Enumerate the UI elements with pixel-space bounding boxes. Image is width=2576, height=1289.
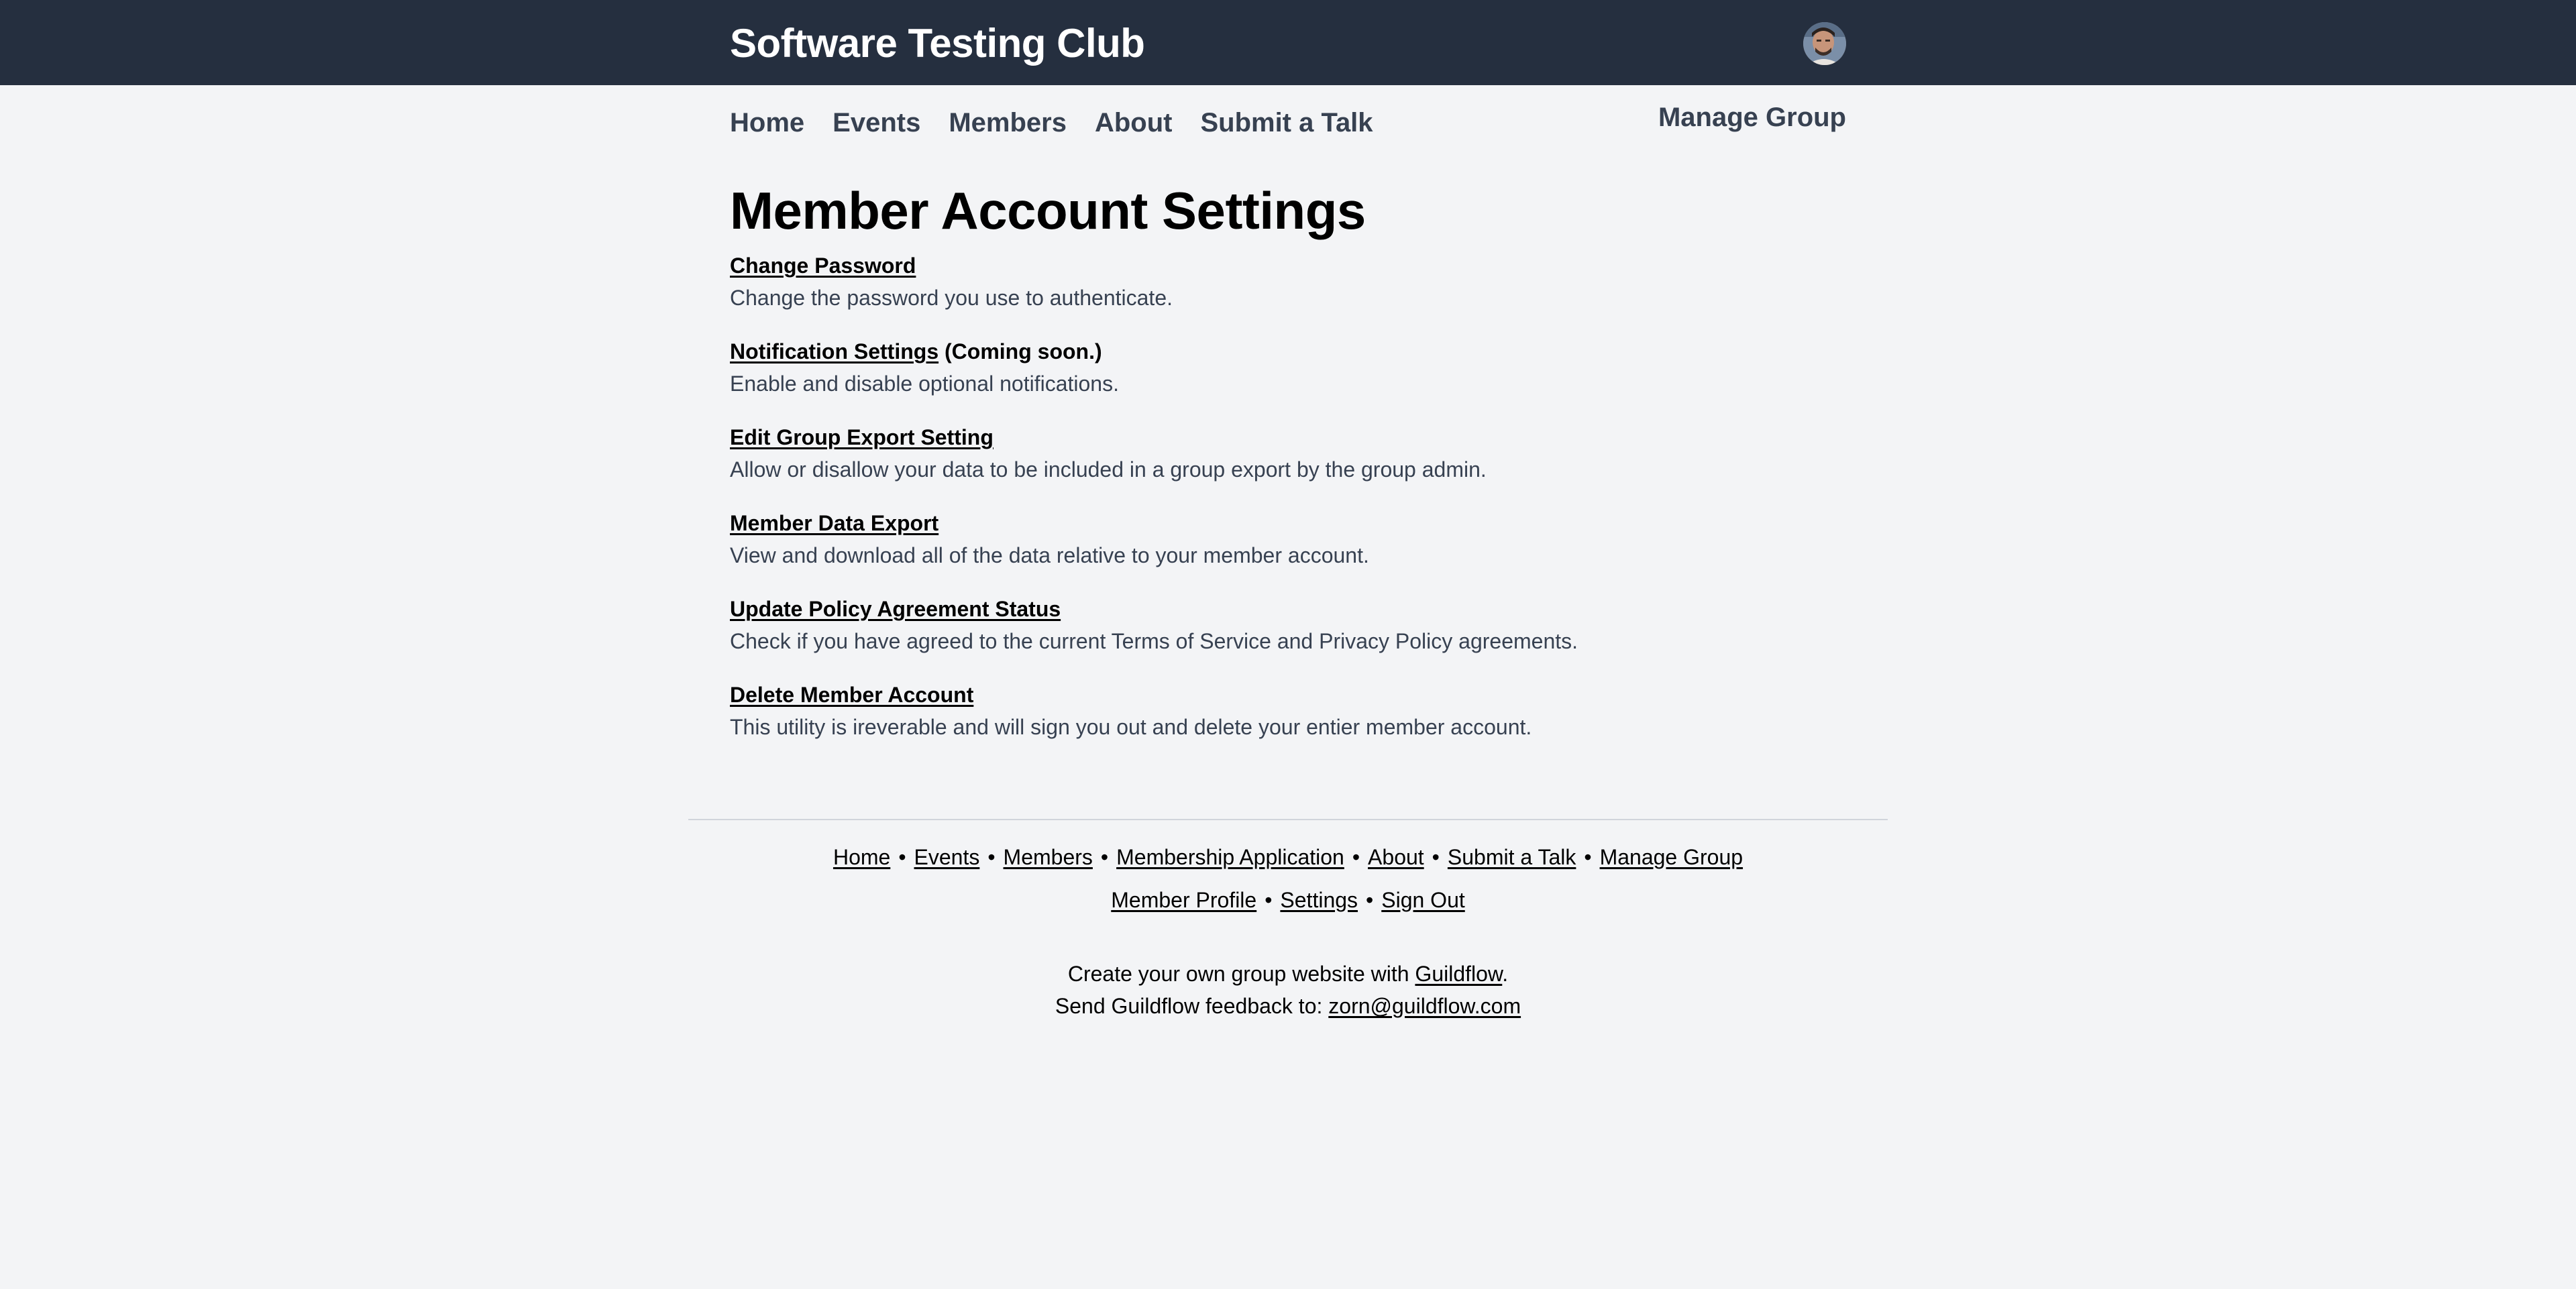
setting-heading: Delete Member Account: [730, 679, 1870, 711]
footer-settings-link[interactable]: Settings: [1280, 888, 1358, 912]
setting-notification-settings: Notification Settings (Coming soon.) Ena…: [730, 335, 1870, 421]
setting-description: This utility is ireverable and will sign…: [730, 715, 1532, 739]
footer-submit-talk-link[interactable]: Submit a Talk: [1448, 845, 1576, 869]
notification-settings-link[interactable]: Notification Settings: [730, 339, 938, 363]
footer-membership-application-link[interactable]: Membership Application: [1116, 845, 1344, 869]
setting-description: Check if you have agreed to the current …: [730, 629, 1578, 653]
feedback-prefix: Send Guildflow feedback to:: [1055, 994, 1329, 1018]
footer-sign-out-link[interactable]: Sign Out: [1381, 888, 1465, 912]
footer-divider: [688, 819, 1888, 820]
footer-members-link[interactable]: Members: [1004, 845, 1093, 869]
footer-about-link[interactable]: About: [1368, 845, 1424, 869]
footer-separator: •: [1366, 888, 1374, 912]
delete-member-account-link[interactable]: Delete Member Account: [730, 683, 973, 707]
page-title: Member Account Settings: [730, 181, 1366, 240]
nav-events-link[interactable]: Events: [833, 106, 920, 139]
setting-heading: Edit Group Export Setting: [730, 421, 1870, 453]
change-password-link[interactable]: Change Password: [730, 254, 916, 278]
footer-separator: •: [987, 845, 996, 869]
guildflow-credit: Create your own group website with Guild…: [0, 958, 2576, 990]
coming-soon-note: (Coming soon.): [945, 339, 1102, 363]
credit-suffix: .: [1502, 962, 1509, 986]
footer-separator: •: [1432, 845, 1440, 869]
top-bar: Software Testing Club: [0, 0, 2576, 85]
nav-home-link[interactable]: Home: [730, 106, 804, 139]
main-nav: Home Events Members About Submit a Talk: [730, 106, 1401, 139]
setting-heading: Change Password: [730, 249, 1870, 282]
footer-home-link[interactable]: Home: [833, 845, 890, 869]
setting-heading: Notification Settings (Coming soon.): [730, 335, 1870, 368]
footer-member-profile-link[interactable]: Member Profile: [1111, 888, 1256, 912]
setting-member-data-export: Member Data Export View and download all…: [730, 507, 1870, 593]
nav-members-link[interactable]: Members: [949, 106, 1067, 139]
nav-manage-group-link[interactable]: Manage Group: [1658, 101, 1846, 134]
footer-separator: •: [898, 845, 906, 869]
member-data-export-link[interactable]: Member Data Export: [730, 511, 938, 535]
footer-links-row-2: Member Profile • Settings • Sign Out: [0, 884, 2576, 927]
update-policy-agreement-link[interactable]: Update Policy Agreement Status: [730, 597, 1061, 621]
guildflow-link[interactable]: Guildflow: [1415, 962, 1502, 986]
setting-heading: Update Policy Agreement Status: [730, 593, 1870, 625]
setting-update-policy-agreement: Update Policy Agreement Status Check if …: [730, 593, 1870, 679]
nav-submit-talk-link[interactable]: Submit a Talk: [1200, 106, 1373, 139]
nav-about-link[interactable]: About: [1095, 106, 1173, 139]
user-avatar-icon[interactable]: [1803, 22, 1846, 65]
footer-separator: •: [1100, 845, 1109, 869]
feedback-email-link[interactable]: zorn@guildflow.com: [1328, 994, 1521, 1018]
setting-description: Change the password you use to authentic…: [730, 286, 1173, 310]
setting-description: View and download all of the data relati…: [730, 543, 1369, 567]
setting-change-password: Change Password Change the password you …: [730, 249, 1870, 335]
footer-separator: •: [1584, 845, 1592, 869]
footer-manage-group-link[interactable]: Manage Group: [1600, 845, 1743, 869]
site-title-link[interactable]: Software Testing Club: [730, 20, 1145, 67]
avatar-image: [1803, 22, 1846, 65]
setting-description: Enable and disable optional notification…: [730, 372, 1119, 396]
footer-credits: Create your own group website with Guild…: [0, 958, 2576, 1022]
footer-separator: •: [1265, 888, 1273, 912]
setting-heading: Member Data Export: [730, 507, 1870, 539]
setting-edit-group-export: Edit Group Export Setting Allow or disal…: [730, 421, 1870, 507]
edit-group-export-link[interactable]: Edit Group Export Setting: [730, 425, 994, 449]
footer-events-link[interactable]: Events: [914, 845, 980, 869]
footer-separator: •: [1352, 845, 1360, 869]
setting-delete-member-account: Delete Member Account This utility is ir…: [730, 679, 1870, 765]
settings-list: Change Password Change the password you …: [730, 249, 1870, 765]
feedback-line: Send Guildflow feedback to: zorn@guildfl…: [0, 990, 2576, 1022]
setting-description: Allow or disallow your data to be includ…: [730, 457, 1487, 482]
footer-links-row-1: Home • Events • Members • Membership Applicati…: [0, 841, 2576, 884]
credit-prefix: Create your own group website with: [1067, 962, 1415, 986]
footer: Home • Events • Members • Membership Applicati…: [0, 841, 2576, 1022]
